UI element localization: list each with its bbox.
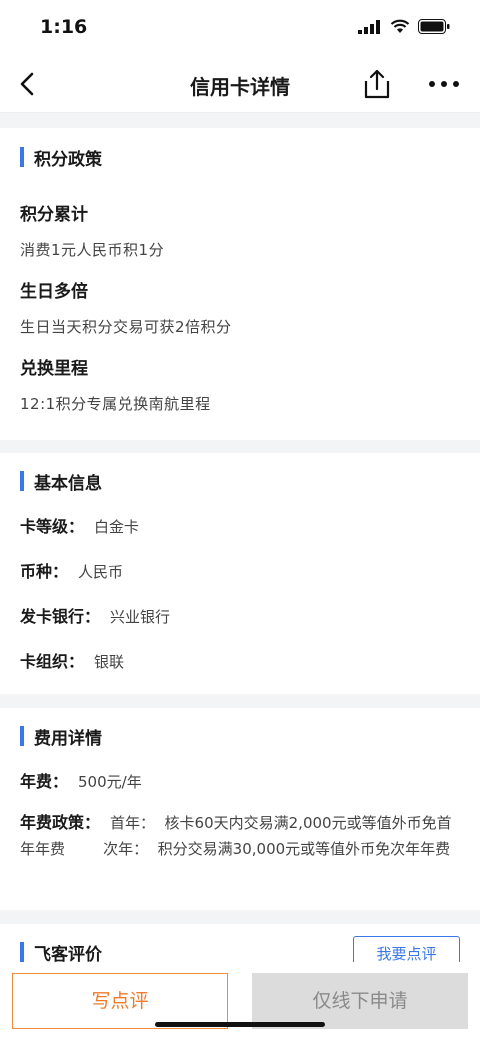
points-item-desc: 生日当天积分交易可获2倍积分 bbox=[20, 318, 232, 336]
fees-card: 费用详情 年费： 500元/年 年费政策： 首年： 核卡60天内交易满2,000元或… bbox=[0, 708, 480, 910]
points-policy-card: 积分政策 积分累计 消费1元人民币积1分 生日多倍 生日当天积分交易可获2倍积分… bbox=[0, 128, 480, 440]
nav-bar: 信用卡详情 bbox=[0, 58, 480, 113]
currency-value: 人民币 bbox=[78, 563, 124, 581]
page-title: 信用卡详情 bbox=[190, 75, 290, 99]
section-accent-bar bbox=[20, 726, 24, 746]
section-accent-bar bbox=[20, 942, 24, 962]
fee-policy: 年费政策： 首年： 核卡60天内交易满2,000元或等值外币免首年年费 次年： 积… bbox=[20, 810, 460, 862]
basic-info-section-title: 基本信息 bbox=[20, 470, 102, 494]
issuing-bank-label: 发卡银行： bbox=[20, 607, 101, 626]
status-time: 1:16 bbox=[40, 16, 88, 38]
bottom-action-bar: 写点评 仅线下申请 bbox=[0, 962, 480, 1039]
section-title-text: 费用详情 bbox=[34, 728, 102, 749]
wifi-icon bbox=[390, 19, 410, 33]
issuing-bank-row: 发卡银行： 兴业银行 bbox=[20, 603, 170, 627]
card-level-row: 卡等级： 白金卡 bbox=[20, 513, 139, 537]
annual-fee-value: 500元/年 bbox=[78, 773, 142, 791]
section-title-text: 积分政策 bbox=[34, 149, 102, 170]
status-bar: 1:16 bbox=[0, 0, 480, 58]
signal-icon bbox=[358, 19, 380, 34]
issuing-bank-value: 兴业银行 bbox=[110, 608, 171, 626]
section-title-text: 飞客评价 bbox=[34, 944, 102, 965]
reviews-section-title: 飞客评价 bbox=[20, 941, 102, 965]
fees-section-title: 费用详情 bbox=[20, 725, 102, 749]
points-item-desc: 消费1元人民币积1分 bbox=[20, 241, 165, 259]
card-level-value: 白金卡 bbox=[94, 518, 140, 536]
annual-fee-label: 年费： bbox=[20, 772, 69, 791]
more-icon[interactable] bbox=[428, 76, 460, 92]
basic-info-card: 基本信息 卡等级： 白金卡 币种： 人民币 发卡银行： 兴业银行 卡组织： 银联 bbox=[0, 453, 480, 694]
card-network-value: 银联 bbox=[94, 653, 125, 671]
points-item-title: 兑换里程 bbox=[20, 359, 88, 379]
annual-fee-row: 年费： 500元/年 bbox=[20, 768, 142, 792]
points-item-desc: 12:1积分专属兑换南航里程 bbox=[20, 395, 211, 413]
section-accent-bar bbox=[20, 471, 24, 491]
share-icon[interactable] bbox=[362, 68, 392, 100]
points-item-title: 生日多倍 bbox=[20, 282, 88, 302]
currency-row: 币种： 人民币 bbox=[20, 558, 123, 582]
write-review-button[interactable]: 写点评 bbox=[12, 973, 228, 1029]
apply-offline-button[interactable]: 仅线下申请 bbox=[252, 973, 468, 1029]
card-network-label: 卡组织： bbox=[20, 652, 85, 671]
card-level-label: 卡等级： bbox=[20, 517, 85, 536]
status-icons bbox=[358, 19, 450, 34]
section-accent-bar bbox=[20, 147, 24, 167]
points-policy-section-title: 积分政策 bbox=[20, 146, 102, 170]
card-network-row: 卡组织： 银联 bbox=[20, 648, 124, 672]
battery-icon bbox=[418, 19, 450, 34]
fee-policy-label: 年费政策： bbox=[20, 813, 101, 832]
section-title-text: 基本信息 bbox=[34, 473, 102, 494]
home-indicator bbox=[155, 1022, 325, 1027]
currency-label: 币种： bbox=[20, 562, 69, 581]
points-item-title: 积分累计 bbox=[20, 205, 88, 225]
